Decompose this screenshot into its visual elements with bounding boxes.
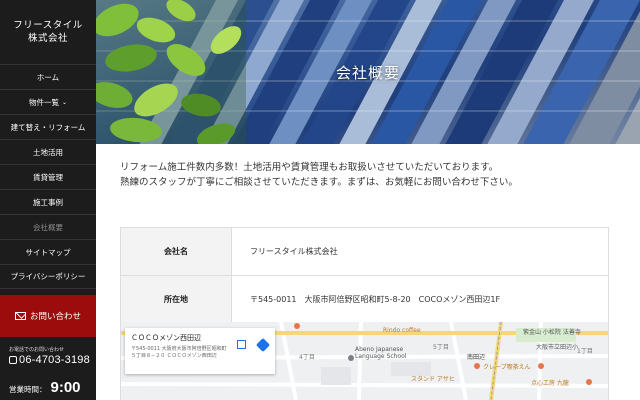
intro-text: リフォーム施工件数内多数！土地活用や賃貸管理もお取扱いさせていただいております。…: [120, 160, 518, 190]
google-map[interactable]: Rindo coffee 紫金山 小松院 法善寺 大阪市立田辺小 Abeno J…: [120, 322, 609, 400]
map-label: Language School: [355, 353, 407, 360]
business-hours: 営業時間： 9:00: [9, 379, 81, 396]
chevron-down-icon: ⌄: [61, 98, 68, 106]
map-place-address: 〒545-0011 大阪府大阪市阿倍野区昭和町５丁目８−２０ ＣＯＣＯメゾン西田…: [131, 346, 227, 359]
company-info-table: 会社名 フリースタイル株式会社 所在地 〒545-0011 大阪市阿倍野区昭和町…: [120, 227, 609, 324]
address-value: 〒545-0011 大阪市阿倍野区昭和町5-8-20 COCOメゾン西田辺1F: [231, 275, 609, 324]
map-label: 南田辺: [467, 354, 486, 361]
phone-number[interactable]: 06-4703-3198: [19, 354, 90, 366]
table-row: 会社名 フリースタイル株式会社: [120, 227, 609, 276]
map-label: 点心工房 九龍: [531, 380, 569, 387]
intro-line-2: 熟練のスタッフが丁寧にご相談させていただきます。まずは、お気軽にお問い合わせ下さ…: [120, 177, 518, 188]
map-label: 1丁目: [577, 348, 593, 355]
map-label: Rindo coffee: [383, 327, 421, 334]
map-label: 紫金山 小松院 法善寺: [523, 329, 581, 336]
nav-item-rental-management[interactable]: 賃貸管理: [0, 164, 96, 189]
main-nav: ホーム 物件一覧 ⌄ 建て替え・リフォーム 土地活用 賃貸管理 施工事例 会社概要…: [0, 64, 96, 289]
hours-start: 9:00: [50, 379, 81, 396]
mail-icon: [14, 312, 26, 320]
nav-item-privacy[interactable]: プライバシーポリシー: [0, 264, 96, 289]
nav-item-company[interactable]: 会社概要: [0, 214, 96, 239]
nav-item-properties[interactable]: 物件一覧 ⌄: [0, 89, 96, 114]
open-in-maps-icon[interactable]: [237, 340, 246, 349]
nav-item-works[interactable]: 施工事例: [0, 189, 96, 214]
nav-item-land-use[interactable]: 土地活用: [0, 139, 96, 164]
nav-item-home[interactable]: ホーム: [0, 64, 96, 89]
hours-label: 営業時間：: [9, 385, 47, 394]
site-logo[interactable]: フリースタイル 株式会社: [0, 0, 96, 64]
table-row: 所在地 〒545-0011 大阪市阿倍野区昭和町5-8-20 COCOメゾン西田…: [120, 275, 609, 324]
page-title: 会社概要: [335, 64, 400, 82]
sidebar: フリースタイル 株式会社 ホーム 物件一覧 ⌄ 建て替え・リフォーム 土地活用 賃…: [0, 0, 96, 400]
nav-item-sitemap[interactable]: サイトマップ: [0, 239, 96, 264]
company-name-label: 会社名: [120, 227, 232, 276]
hero-banner: 会社概要: [96, 0, 640, 144]
map-label: クレープ喫茶えん: [483, 364, 531, 371]
phone-caption: お電話でのお問い合わせ: [9, 347, 65, 353]
contact-button[interactable]: お問い合わせ: [0, 295, 96, 337]
map-label: Abeno Japanese: [355, 346, 404, 353]
map-label: 4丁目: [299, 354, 315, 361]
nav-item-rebuild-reform[interactable]: 建て替え・リフォーム: [0, 114, 96, 139]
company-name-value: フリースタイル株式会社: [231, 227, 609, 276]
map-label: スタンド アサヒ: [411, 376, 455, 383]
logo-line-2: 株式会社: [27, 33, 68, 44]
logo-line-1: フリースタイル: [13, 20, 83, 31]
contact-button-label: お問い合わせ: [29, 312, 81, 322]
address-label: 所在地: [120, 275, 232, 324]
phone-icon: [9, 356, 17, 364]
map-label: 5丁目: [433, 344, 449, 351]
map-place-name: ＣＯＣＯメゾン西田辺: [131, 334, 201, 342]
intro-line-1: リフォーム施工件数内多数！土地活用や賃貸管理もお取扱いさせていただいております。: [120, 162, 499, 173]
map-place-card: ＣＯＣＯメゾン西田辺 〒545-0011 大阪府大阪市阿倍野区昭和町５丁目８−２…: [125, 328, 275, 374]
map-label: 大阪市立田辺小: [536, 344, 579, 351]
phone-block: お電話でのお問い合わせ 06-4703-3198: [0, 346, 96, 366]
